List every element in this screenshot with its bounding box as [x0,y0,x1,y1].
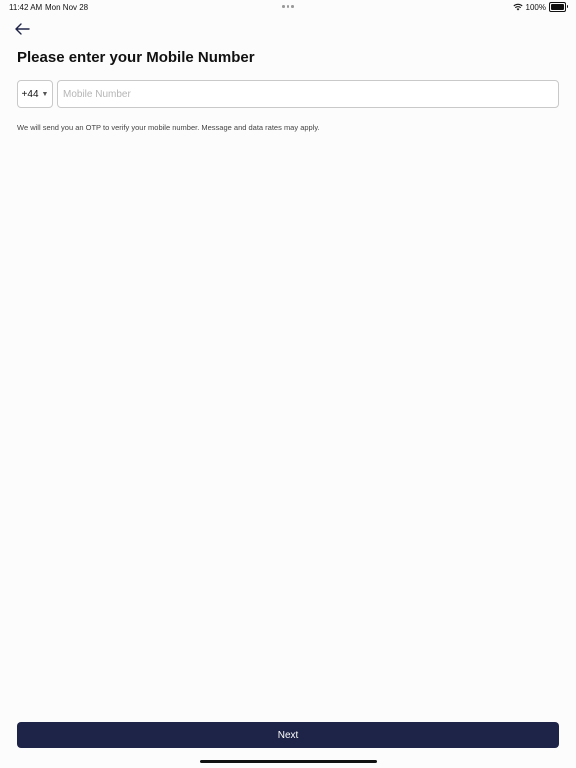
status-date: Mon Nov 28 [45,3,89,12]
status-indicators: 100% [512,2,568,12]
mobile-number-input[interactable] [57,80,559,108]
caret-down-icon: ▼ [41,90,49,98]
status-bar: 11:42 AM Mon Nov 28 100% [0,0,576,14]
home-indicator[interactable] [200,760,377,763]
country-code-value: +44 [21,88,39,100]
status-time: 11:42 AM [9,3,43,12]
wifi-icon [512,3,523,11]
back-button[interactable] [14,22,30,36]
multitasking-dots-icon[interactable] [282,5,294,8]
battery-percentage: 100% [525,2,546,12]
battery-fill [551,4,564,10]
next-button[interactable]: Next [17,722,559,748]
battery-icon [549,2,568,12]
country-code-selector[interactable]: +44 ▼ [17,80,53,108]
arrow-left-icon [15,23,30,35]
mobile-number-screen: 11:42 AM Mon Nov 28 100% Please enter yo… [0,0,576,768]
otp-disclaimer: We will send you an OTP to verify your m… [17,123,320,132]
page-title: Please enter your Mobile Number [17,49,255,66]
